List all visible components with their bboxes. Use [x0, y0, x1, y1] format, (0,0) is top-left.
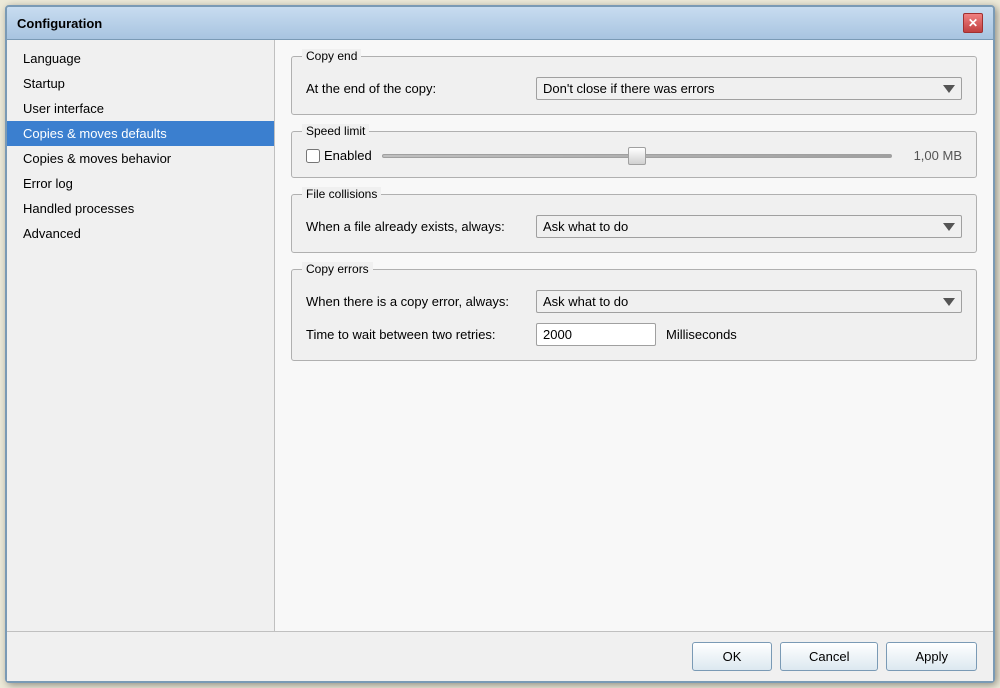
- group-copy-end: Copy endAt the end of the copy:Don't clo…: [291, 56, 977, 115]
- apply-button[interactable]: Apply: [886, 642, 977, 671]
- dialog-body: LanguageStartupUser interfaceCopies & mo…: [7, 40, 993, 631]
- group-label-copy-end: Copy end: [302, 49, 361, 63]
- field-label-file-exists: When a file already exists, always:: [306, 219, 526, 234]
- field-row-copy-error-always: When there is a copy error, always: Ask w…: [306, 290, 962, 313]
- field-row-file-exists: When a file already exists, always: Ask w…: [306, 215, 962, 238]
- group-file-collisions: File collisionsWhen a file already exist…: [291, 194, 977, 253]
- sidebar: LanguageStartupUser interfaceCopies & mo…: [7, 40, 275, 631]
- unit-wait-between-retries: Milliseconds: [666, 327, 737, 342]
- sidebar-item-startup[interactable]: Startup: [7, 71, 274, 96]
- speed-limit-checkbox[interactable]: [306, 149, 320, 163]
- close-button[interactable]: ✕: [963, 13, 983, 33]
- speed-limit-value: 1,00 MB: [902, 148, 962, 163]
- sidebar-item-copies-moves-defaults[interactable]: Copies & moves defaults: [7, 121, 274, 146]
- sidebar-item-copies-moves-behavior[interactable]: Copies & moves behavior: [7, 146, 274, 171]
- ok-button[interactable]: OK: [692, 642, 772, 671]
- group-copy-errors: Copy errorsWhen there is a copy error, a…: [291, 269, 977, 361]
- speed-limit-enabled-label[interactable]: Enabled: [306, 148, 372, 163]
- group-label-file-collisions: File collisions: [302, 187, 381, 201]
- speed-limit-enabled-text: Enabled: [324, 148, 372, 163]
- sidebar-item-advanced[interactable]: Advanced: [7, 221, 274, 246]
- field-label-wait-between-retries: Time to wait between two retries:: [306, 327, 526, 342]
- group-speed-limit: Speed limitEnabled1,00 MB: [291, 131, 977, 178]
- sidebar-item-user-interface[interactable]: User interface: [7, 96, 274, 121]
- sidebar-item-language[interactable]: Language: [7, 46, 274, 71]
- configuration-dialog: Configuration ✕ LanguageStartupUser inte…: [5, 5, 995, 683]
- speed-limit-slider[interactable]: [382, 154, 892, 158]
- title-bar: Configuration ✕: [7, 7, 993, 40]
- field-row-wait-between-retries: Time to wait between two retries: Millise…: [306, 323, 962, 346]
- dialog-title: Configuration: [17, 16, 102, 31]
- sidebar-item-handled-processes[interactable]: Handled processes: [7, 196, 274, 221]
- input-wait-between-retries[interactable]: [536, 323, 656, 346]
- field-label-copy-error-always: When there is a copy error, always:: [306, 294, 526, 309]
- main-content: Copy end At the end of the copy: Don't clo…: [275, 40, 993, 631]
- sidebar-item-error-log[interactable]: Error log: [7, 171, 274, 196]
- select-file-exists[interactable]: Ask what to doOverwriteSkipRename: [536, 215, 962, 238]
- select-at-end-of-copy[interactable]: Don't close if there was errorsAlways cl…: [536, 77, 962, 100]
- group-label-copy-errors: Copy errors: [302, 262, 373, 276]
- select-copy-error-always[interactable]: Ask what to doRetrySkipCancel: [536, 290, 962, 313]
- field-label-at-end-of-copy: At the end of the copy:: [306, 81, 526, 96]
- speed-limit-row: Enabled 1,00 MB: [306, 148, 962, 163]
- group-label-speed-limit: Speed limit: [302, 124, 369, 138]
- field-row-at-end-of-copy: At the end of the copy: Don't close if th…: [306, 77, 962, 100]
- cancel-button[interactable]: Cancel: [780, 642, 878, 671]
- dialog-footer: OK Cancel Apply: [7, 631, 993, 681]
